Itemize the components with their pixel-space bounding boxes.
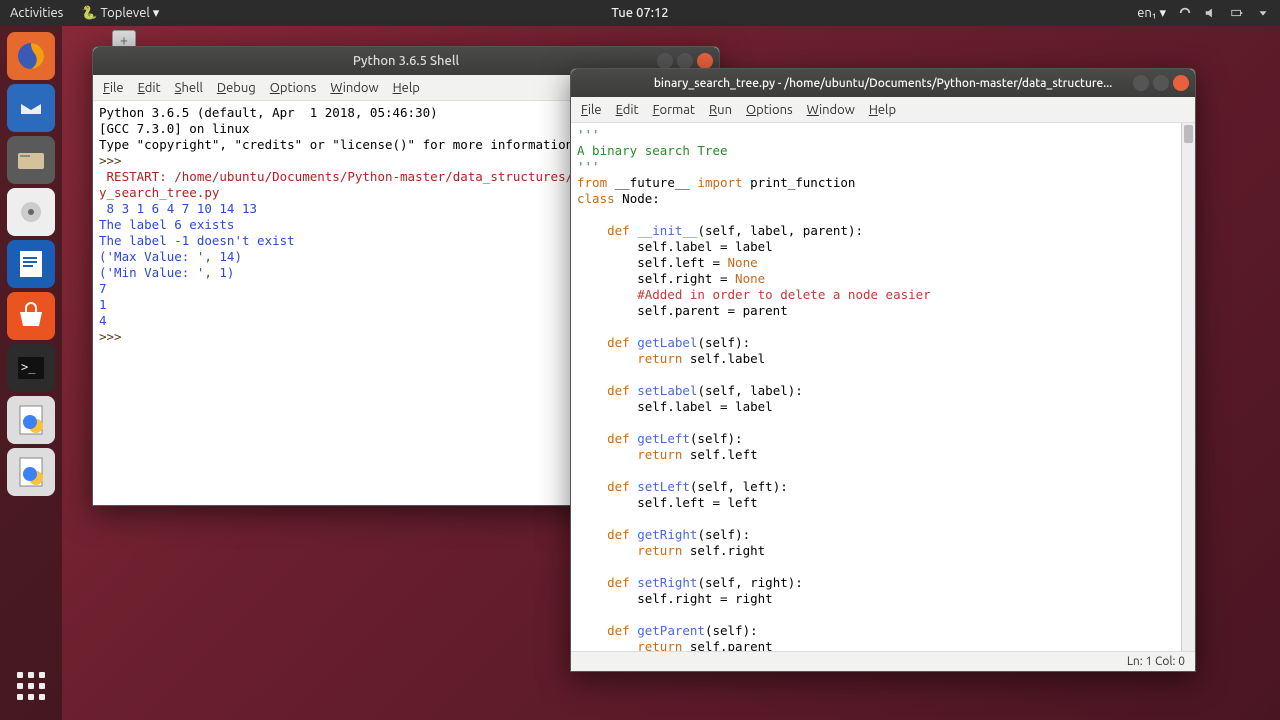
- activities-button[interactable]: Activities: [10, 6, 63, 20]
- cursor-position: Ln: 1 Col: 0: [1127, 655, 1185, 668]
- menu-file[interactable]: File: [581, 103, 602, 117]
- firefox-icon[interactable]: [7, 32, 55, 80]
- menu-help[interactable]: Help: [393, 81, 420, 95]
- menu-format[interactable]: Format: [653, 103, 695, 117]
- clock[interactable]: Tue 07:12: [611, 6, 668, 20]
- menu-debug[interactable]: Debug: [217, 81, 256, 95]
- volume-icon[interactable]: [1204, 6, 1218, 20]
- svg-text:>_: >_: [21, 360, 36, 374]
- editor-titlebar[interactable]: binary_search_tree.py - /home/ubuntu/Doc…: [571, 69, 1195, 97]
- menu-help[interactable]: Help: [869, 103, 896, 117]
- show-applications-icon[interactable]: [11, 666, 51, 706]
- idle-icon-2[interactable]: [7, 448, 55, 496]
- top-panel: Activities 🐍 Toplevel ▾ Tue 07:12 en₁ ▾: [0, 0, 1280, 26]
- maximize-button[interactable]: [1153, 75, 1169, 91]
- menu-options[interactable]: Options: [746, 103, 793, 117]
- battery-icon[interactable]: [1230, 6, 1244, 20]
- menu-window[interactable]: Window: [330, 81, 378, 95]
- network-icon[interactable]: [1178, 6, 1192, 20]
- terminal-icon[interactable]: >_: [7, 344, 55, 392]
- close-button[interactable]: [1173, 75, 1189, 91]
- menu-file[interactable]: File: [103, 81, 124, 95]
- menu-options[interactable]: Options: [270, 81, 317, 95]
- close-button[interactable]: [697, 53, 713, 69]
- editor-menubar: File Edit Format Run Options Window Help: [571, 97, 1195, 123]
- files-icon[interactable]: [7, 136, 55, 184]
- menu-edit[interactable]: Edit: [138, 81, 161, 95]
- power-icon[interactable]: [1256, 6, 1270, 20]
- idle-icon-active[interactable]: [7, 396, 55, 444]
- menu-shell[interactable]: Shell: [175, 81, 203, 95]
- menu-edit[interactable]: Edit: [616, 103, 639, 117]
- editor-statusbar: Ln: 1 Col: 0: [571, 651, 1195, 671]
- libreoffice-writer-icon[interactable]: [7, 240, 55, 288]
- app-menu[interactable]: 🐍 Toplevel ▾: [81, 6, 159, 21]
- minimize-button[interactable]: [1133, 75, 1149, 91]
- menu-window[interactable]: Window: [807, 103, 855, 117]
- thunderbird-icon[interactable]: [7, 84, 55, 132]
- ubuntu-software-icon[interactable]: [7, 292, 55, 340]
- shell-title: Python 3.6.5 Shell: [353, 54, 459, 68]
- dock: >_: [0, 26, 62, 720]
- minimize-button[interactable]: [657, 53, 673, 69]
- maximize-button[interactable]: [677, 53, 693, 69]
- editor-title: binary_search_tree.py - /home/ubuntu/Doc…: [654, 77, 1112, 90]
- menu-run[interactable]: Run: [709, 103, 732, 117]
- code-editor[interactable]: ''' A binary search Tree ''' from __futu…: [571, 123, 1195, 651]
- scrollbar[interactable]: [1181, 123, 1195, 651]
- rhythmbox-icon[interactable]: [7, 188, 55, 236]
- editor-window: binary_search_tree.py - /home/ubuntu/Doc…: [570, 68, 1196, 672]
- python-icon: 🐍: [81, 6, 97, 20]
- language-indicator[interactable]: en₁ ▾: [1137, 6, 1166, 21]
